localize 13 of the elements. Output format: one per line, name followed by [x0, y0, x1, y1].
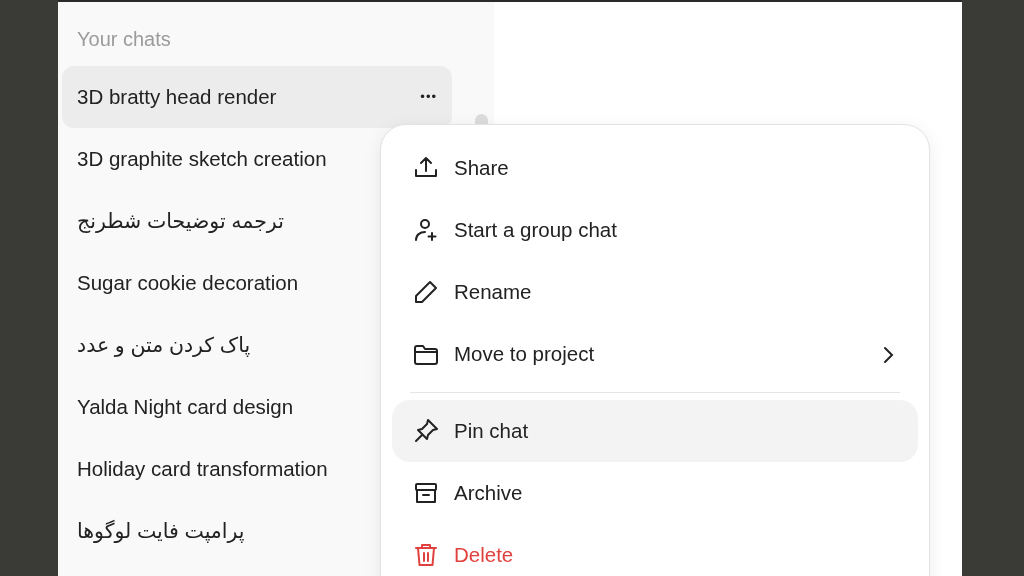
- more-button[interactable]: •••: [420, 87, 437, 107]
- menu-item[interactable]: Pin chat: [392, 400, 918, 462]
- chat-item[interactable]: 3D bratty head render •••: [62, 66, 452, 128]
- trash-icon: [412, 541, 440, 569]
- menu-item[interactable]: Move to project: [392, 323, 918, 385]
- menu-item[interactable]: Rename: [392, 261, 918, 323]
- menu-item[interactable]: Share: [392, 137, 918, 199]
- pin-icon: [412, 417, 440, 445]
- menu-item[interactable]: Archive: [392, 462, 918, 524]
- pencil-icon: [412, 278, 440, 306]
- menu-item[interactable]: Delete: [392, 524, 918, 576]
- section-heading: Your chats: [76, 27, 172, 52]
- menu-item[interactable]: Start a group chat: [392, 199, 918, 261]
